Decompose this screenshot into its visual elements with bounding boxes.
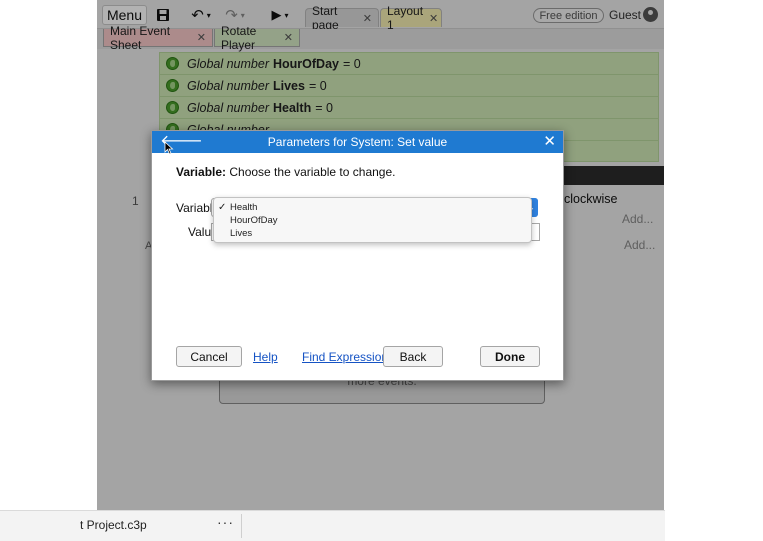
- dialog-title: Parameters for System: Set value: [267, 135, 448, 149]
- dropdown-option-lives[interactable]: Lives: [218, 227, 252, 240]
- option-label: HourOfDay: [230, 215, 278, 226]
- checkmark-icon: ✓: [218, 202, 227, 213]
- option-label: Lives: [230, 228, 253, 239]
- done-button[interactable]: Done: [480, 346, 540, 367]
- dropdown-option-hourofday[interactable]: HourOfDay: [218, 214, 278, 227]
- back-button[interactable]: Back: [383, 346, 443, 367]
- more-options-icon[interactable]: ···: [217, 514, 234, 530]
- divider: [241, 514, 242, 538]
- parameter-heading-text: Choose the variable to change.: [226, 165, 396, 179]
- parameter-heading-bold: Variable:: [176, 165, 227, 179]
- cancel-button[interactable]: Cancel: [176, 346, 242, 367]
- close-icon[interactable]: ✕: [543, 133, 556, 151]
- parameter-heading: Variable: Choose the variable to change.: [176, 165, 395, 179]
- find-expressions-link[interactable]: Find Expressions: [302, 350, 394, 364]
- status-bar: t Project.c3p ···: [0, 510, 665, 541]
- help-link[interactable]: Help: [253, 350, 278, 364]
- screen: Menu ↶ ▾ ↷ ▾ ▶ ▾ Start page ✕ Layout 1 ✕ Fr…: [0, 0, 763, 541]
- option-label: Health: [230, 202, 258, 213]
- dropdown-option-health[interactable]: ✓ Health: [218, 201, 257, 214]
- dialog-titlebar: 🡐 Parameters for System: Set value ✕: [152, 131, 563, 153]
- variable-dropdown-menu: ✓ Health HourOfDay Lives: [213, 197, 532, 243]
- project-name[interactable]: t Project.c3p: [80, 518, 147, 532]
- set-value-dialog: 🡐 Parameters for System: Set value ✕ Var…: [151, 130, 564, 381]
- mouse-cursor-icon: [164, 141, 174, 155]
